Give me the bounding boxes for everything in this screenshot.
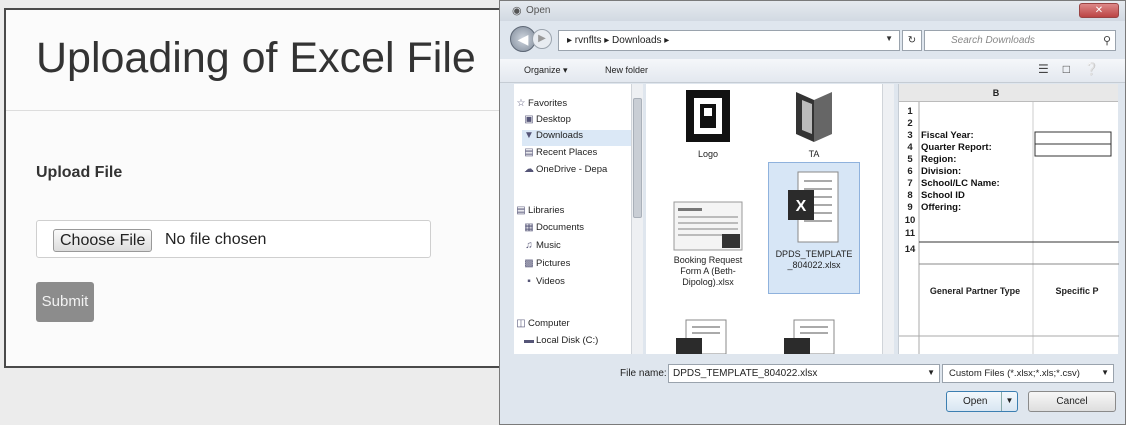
nav-computer[interactable]: ◫ Computer	[514, 318, 569, 334]
folder-ta-icon	[796, 92, 832, 142]
cloud-icon: ☁	[524, 164, 534, 175]
nav-videos[interactable]: ▪ Videos	[522, 276, 565, 292]
music-icon: ♫	[525, 240, 533, 251]
nav-downloads[interactable]: ▼ Downloads	[522, 130, 640, 146]
file-type-value[interactable]: Custom Files (*.xlsx;*.xls;*.csv)	[949, 368, 1080, 379]
videos-icon: ▪	[527, 276, 531, 287]
cancel-button[interactable]: Cancel	[1028, 391, 1116, 412]
document-icon: ▦	[524, 222, 534, 233]
excel-file-icon: X	[788, 171, 839, 243]
breadcrumb[interactable]: ▸ rvnflts ▸ Downloads ▸	[567, 35, 669, 46]
refresh-icon[interactable]: ↻	[902, 30, 922, 51]
navigation-pane: ☆ Favorites ▣ Desktop ▼ Downloads ▤ Recent P…	[514, 84, 642, 354]
nav-libraries[interactable]: ▤ Libraries	[514, 205, 564, 221]
choose-file-button[interactable]: Choose File	[53, 229, 153, 252]
folder-logo-icon	[686, 90, 730, 142]
file-list-scrollbar[interactable]	[882, 84, 894, 354]
star-icon: ☆	[516, 98, 526, 109]
file-input[interactable]: Choose File No file chosen	[36, 220, 431, 258]
upload-page: Uploading of Excel File Upload File Choo…	[4, 8, 524, 368]
address-bar-row: ◀ ▶ ▸ rvnflts ▸ Downloads ▸ ▼ ↻ Search D…	[500, 23, 1125, 57]
file-dpds-template[interactable]: X DPDS_TEMPLATE _804022.xlsx	[770, 168, 858, 271]
title-divider	[6, 110, 522, 111]
close-button[interactable]: ✕	[1079, 3, 1119, 18]
preview-grid	[899, 102, 1119, 354]
file-type-select[interactable]: Custom Files (*.xlsx;*.xls;*.csv) ▼	[942, 364, 1114, 383]
dialog-title: Open	[526, 5, 551, 16]
file-name-label: File name:	[620, 368, 667, 379]
general-partner-type-header: General Partner Type	[929, 286, 1021, 296]
upload-file-label: Upload File	[36, 164, 123, 181]
view-options-icons[interactable]: ☰□❔	[1038, 62, 1113, 76]
nav-documents[interactable]: ▦ Documents	[522, 222, 584, 238]
libraries-icon: ▤	[516, 205, 526, 216]
no-file-text: No file chosen	[165, 231, 267, 248]
file-name-value[interactable]: DPDS_TEMPLATE_804022.xlsx	[673, 368, 817, 379]
nav-scroll-thumb[interactable]	[633, 98, 642, 218]
svg-text:X: X	[796, 198, 807, 215]
organize-button[interactable]: Organize ▾	[524, 65, 568, 76]
chevron-down-icon[interactable]: ▼	[927, 368, 935, 377]
nav-scrollbar[interactable]	[631, 84, 643, 354]
specific-partner-header: Specific P	[1055, 286, 1099, 296]
search-icon[interactable]: ⚲	[1103, 34, 1111, 47]
spreadsheet-file-icon[interactable]	[672, 316, 732, 354]
open-button[interactable]: Open ▼	[946, 391, 1018, 412]
forward-icon[interactable]: ▶	[532, 29, 552, 49]
search-input[interactable]: Search Downloads ⚲	[924, 30, 1116, 51]
file-ta[interactable]: TA	[770, 88, 858, 160]
open-file-dialog: ◉ Open ✕ ◀ ▶ ▸ rvnflts ▸ Downloads ▸ ▼ ↻…	[499, 0, 1126, 425]
file-list: Logo TA Booking Request Form A (Beth-Dip…	[646, 84, 882, 354]
nav-local-disk[interactable]: ▬ Local Disk (C:)	[522, 335, 598, 351]
address-bar[interactable]: ▸ rvnflts ▸ Downloads ▸ ▼	[558, 30, 900, 51]
dialog-titlebar: ◉ Open ✕	[500, 1, 1125, 21]
submit-button[interactable]: Submit	[36, 282, 94, 322]
pictures-icon: ▩	[524, 258, 534, 269]
preview-pane: B 1 2 3 4 5 6 7 8 9 10 11 14 Fiscal Year…	[898, 84, 1119, 354]
recent-places-icon: ▤	[524, 147, 534, 158]
file-booking-request[interactable]: Booking Request Form A (Beth-Dipolog).xl…	[664, 200, 752, 288]
new-folder-button[interactable]: New folder	[605, 65, 648, 75]
nav-music[interactable]: ♫ Music	[522, 240, 561, 256]
nav-recent-places[interactable]: ▤ Recent Places	[522, 147, 597, 163]
chevron-down-icon[interactable]: ▼	[885, 34, 893, 43]
nav-pictures[interactable]: ▩ Pictures	[522, 258, 570, 274]
open-button-label: Open	[963, 396, 988, 407]
search-placeholder: Search Downloads	[951, 35, 1035, 46]
spreadsheet-thumbnail-icon	[673, 201, 743, 251]
nav-favorites[interactable]: ☆ Favorites	[514, 98, 568, 114]
downloads-icon: ▼	[524, 130, 534, 141]
nav-desktop[interactable]: ▣ Desktop	[522, 114, 571, 130]
chevron-down-icon[interactable]: ▼	[1101, 368, 1109, 377]
computer-icon: ◫	[516, 318, 526, 329]
nav-onedrive[interactable]: ☁ OneDrive - Depa	[522, 164, 607, 180]
dialog-toolbar: Organize ▾ New folder ☰□❔	[500, 59, 1125, 83]
file-logo[interactable]: Logo	[664, 88, 752, 160]
page-title: Uploading of Excel File	[36, 34, 476, 82]
file-name-input[interactable]: DPDS_TEMPLATE_804022.xlsx ▼	[668, 364, 940, 383]
spreadsheet-file-icon[interactable]	[780, 316, 840, 354]
chrome-icon: ◉	[512, 5, 522, 17]
drive-icon: ▬	[524, 335, 534, 346]
desktop-icon: ▣	[524, 114, 534, 125]
chevron-down-icon[interactable]: ▼	[1001, 392, 1017, 411]
